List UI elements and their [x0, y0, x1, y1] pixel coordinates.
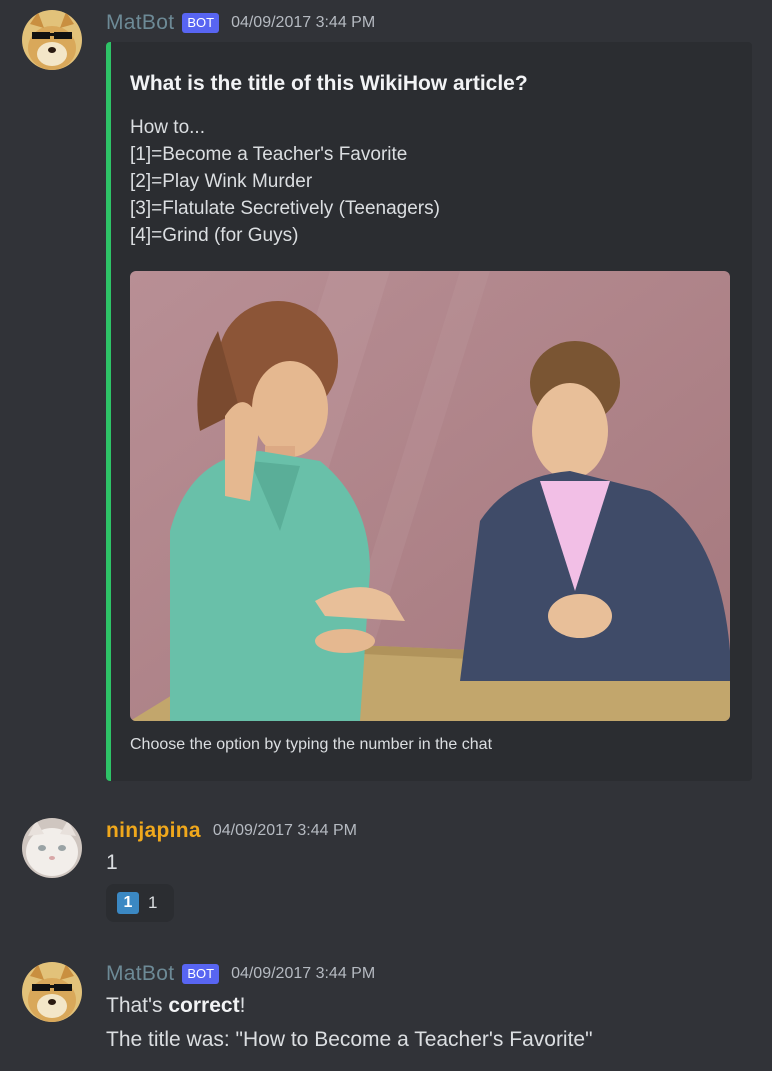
- embed-description: How to... [1]=Become a Teacher's Favorit…: [130, 114, 440, 249]
- message-content: 1: [106, 851, 118, 874]
- reaction-button[interactable]: 1 1: [106, 884, 174, 922]
- doge-sunglasses-avatar-icon: [22, 962, 82, 1022]
- message-text: That's: [106, 994, 169, 1017]
- timestamp: 04/09/2017 3:44 PM: [231, 14, 376, 31]
- embed-description-line: How to...: [130, 117, 205, 138]
- timestamp: 04/09/2017 3:44 PM: [212, 822, 357, 839]
- embed-description-line: [1]=Become a Teacher's Favorite: [130, 144, 408, 165]
- white-cat-avatar-icon: [22, 818, 82, 878]
- embed: What is the title of this WikiHow articl…: [106, 42, 752, 781]
- embed-description-line: [3]=Flatulate Secretively (Teenagers): [130, 198, 440, 219]
- bot-tag: BOT: [182, 13, 220, 33]
- keycap-one-icon: 1: [117, 892, 139, 914]
- avatar[interactable]: [22, 818, 82, 878]
- username[interactable]: ninjapina: [106, 819, 201, 843]
- username[interactable]: MatBot: [106, 11, 174, 35]
- embed-description-line: [2]=Play Wink Murder: [130, 171, 313, 192]
- embed-title: What is the title of this WikiHow articl…: [130, 72, 528, 95]
- message-content: That's correct!: [106, 994, 245, 1018]
- message-content-line2: The title was: "How to Become a Teacher'…: [106, 1028, 593, 1051]
- bot-tag: BOT: [182, 964, 220, 984]
- embed-image[interactable]: [130, 271, 730, 721]
- username[interactable]: MatBot: [106, 962, 174, 986]
- message-text-bold: correct: [168, 994, 240, 1017]
- doge-sunglasses-avatar-icon: [22, 10, 82, 70]
- embed-footer: Choose the option by typing the number i…: [130, 736, 493, 753]
- message-group-matbot-question: MatBot BOT 04/09/2017 3:44 PM What is th…: [0, 0, 772, 786]
- message-text: !: [239, 994, 246, 1017]
- embed-description-line: [4]=Grind (for Guys): [130, 225, 299, 246]
- avatar[interactable]: [22, 10, 82, 70]
- timestamp: 04/09/2017 3:44 PM: [231, 965, 376, 982]
- reaction-count: 1: [148, 893, 158, 912]
- avatar[interactable]: [22, 962, 82, 1022]
- wikihow-illustration-icon: [130, 271, 730, 721]
